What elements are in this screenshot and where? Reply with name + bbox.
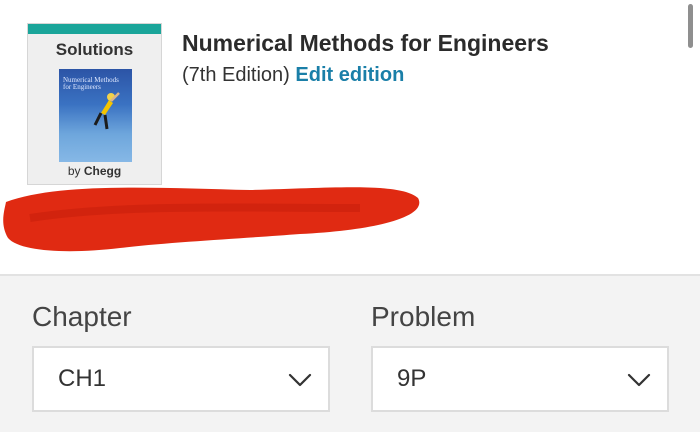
cover-accent-bar [28, 24, 161, 34]
cover-byline: by Chegg [28, 164, 161, 178]
cover-by-text: by [67, 164, 81, 178]
edition-text: (7th Edition) [182, 64, 290, 86]
solutions-cover-card[interactable]: Solutions Numerical Methods for Engineer… [27, 23, 162, 185]
chevron-down-icon [627, 373, 651, 387]
chapter-label: Chapter [32, 301, 132, 332]
book-cover-image: Numerical Methods for Engineers [59, 69, 132, 162]
edit-edition-link[interactable]: Edit edition [295, 64, 404, 86]
problem-select-value: 9P [397, 365, 427, 392]
climber-figure-icon [93, 92, 120, 130]
chevron-down-icon [288, 373, 312, 387]
cover-solutions-label: Solutions [55, 40, 134, 59]
edition-line: (7th Edition) Edit edition [182, 64, 404, 87]
book-title: Numerical Methods for Engineers [182, 30, 549, 56]
problem-label: Problem [371, 301, 476, 332]
problem-select[interactable]: 9P [371, 346, 669, 412]
redaction-scribble [3, 187, 420, 252]
chapter-select-value: CH1 [58, 365, 107, 392]
chegg-logo: Chegg [83, 164, 122, 178]
scrollbar-thumb[interactable] [688, 4, 693, 48]
book-cover-title: Numerical Methods for Engineers [63, 76, 119, 91]
chapter-select[interactable]: CH1 [32, 346, 330, 412]
